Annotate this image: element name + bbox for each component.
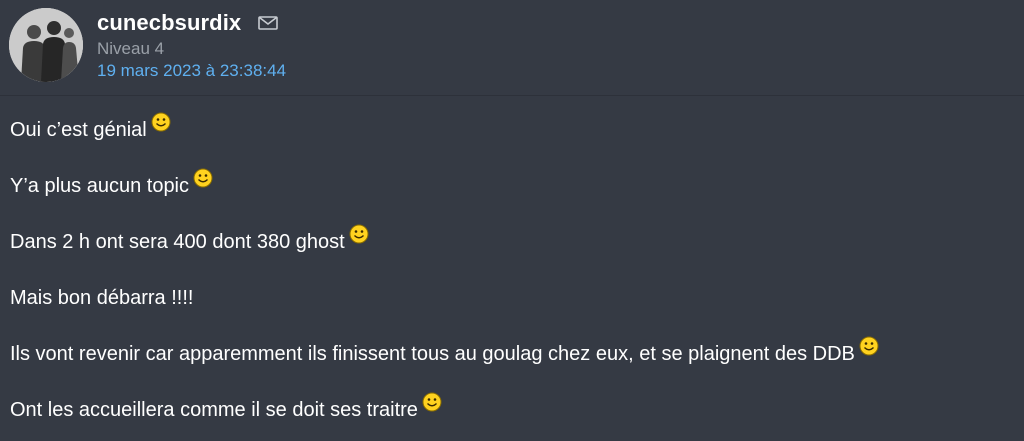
message-line: Oui c’est génial [10,112,1014,168]
message-text: Mais bon débarra !!!! [10,287,194,309]
message-line: Ils vont revenir car apparemment ils fin… [10,336,1014,392]
message-text: Ils vont revenir car apparemment ils fin… [10,343,855,365]
avatar-photo-icon [9,8,83,82]
post-body: Oui c’est génial Y’a plus aucun topic Da… [10,112,1014,441]
message-text: Ont les accueillera comme il se doit ses… [10,399,418,421]
smiley-icon [859,336,879,356]
author-level: Niveau 4 [97,39,165,58]
avatar[interactable] [9,8,83,82]
post-header: cunecbsurdix Niveau 4 19 mars 2023 à 23:… [0,0,1024,96]
message-line: Ont les accueillera comme il se doit ses… [10,392,1014,441]
message-line: Mais bon débarra !!!! [10,280,1014,336]
envelope-icon[interactable] [257,15,279,31]
smiley-icon [193,168,213,188]
author-line: cunecbsurdix [97,9,286,37]
author-name[interactable]: cunecbsurdix [97,10,241,36]
message-text: Oui c’est génial [10,119,147,141]
post-date[interactable]: 19 mars 2023 à 23:38:44 [97,60,286,82]
forum-post: cunecbsurdix Niveau 4 19 mars 2023 à 23:… [0,0,1024,441]
message-line: Dans 2 h ont sera 400 dont 380 ghost [10,224,1014,280]
message-line: Y’a plus aucun topic [10,168,1014,224]
message-text: Y’a plus aucun topic [10,175,190,197]
author-block: cunecbsurdix Niveau 4 19 mars 2023 à 23:… [97,9,286,82]
smiley-icon [422,392,442,412]
message-text: Dans 2 h ont sera 400 dont 380 ghost [10,231,345,253]
smiley-icon [151,112,171,132]
smiley-icon [349,224,369,244]
